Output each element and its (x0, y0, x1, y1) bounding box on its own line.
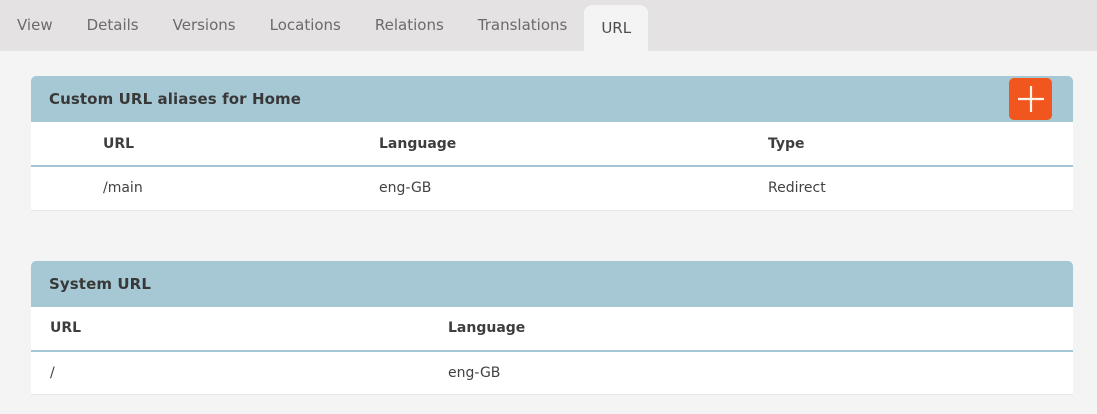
url-cell: / (31, 351, 429, 395)
custom-url-aliases-panel: Custom URL aliases for Home URL (31, 76, 1073, 211)
tab-relations[interactable]: Relations (358, 0, 461, 51)
row-checkbox-cell (31, 166, 103, 210)
tab-translations[interactable]: Translations (461, 0, 585, 51)
type-cell: Redirect (768, 166, 1073, 210)
system-url-panel: System URL URL Language / eng-GB (31, 261, 1073, 396)
url-column-header: URL (103, 122, 379, 166)
custom-url-aliases-header: Custom URL aliases for Home (31, 76, 1073, 122)
url-tab-content: Custom URL aliases for Home URL (0, 51, 1097, 395)
table-header-row: URL Language (31, 307, 1073, 351)
table-row[interactable]: / eng-GB (31, 351, 1073, 395)
tab-url[interactable]: URL (584, 5, 648, 51)
tab-versions[interactable]: Versions (156, 0, 253, 51)
table-row[interactable]: /main eng-GB Redirect (31, 166, 1073, 210)
panel-title: System URL (49, 275, 1052, 293)
custom-url-aliases-table: URL Language Type /main eng-GB Redirect (31, 122, 1073, 211)
url-column-header: URL (31, 307, 429, 351)
panel-title: Custom URL aliases for Home (49, 90, 1009, 108)
table-header-row: URL Language Type (31, 122, 1073, 166)
type-column-header: Type (768, 122, 1073, 166)
language-column-header: Language (379, 122, 768, 166)
language-cell: eng-GB (429, 351, 1073, 395)
tab-details[interactable]: Details (70, 0, 156, 51)
tab-locations[interactable]: Locations (253, 0, 358, 51)
system-url-header: System URL (31, 261, 1073, 307)
url-cell: /main (103, 166, 379, 210)
add-url-alias-button[interactable] (1009, 78, 1052, 120)
checkbox-column-header (31, 122, 103, 166)
tab-view[interactable]: View (0, 0, 70, 51)
language-column-header: Language (429, 307, 1073, 351)
language-cell: eng-GB (379, 166, 768, 210)
system-url-table: URL Language / eng-GB (31, 307, 1073, 396)
content-tab-bar: View Details Versions Locations Relation… (0, 0, 1097, 51)
plus-icon (1016, 84, 1046, 114)
